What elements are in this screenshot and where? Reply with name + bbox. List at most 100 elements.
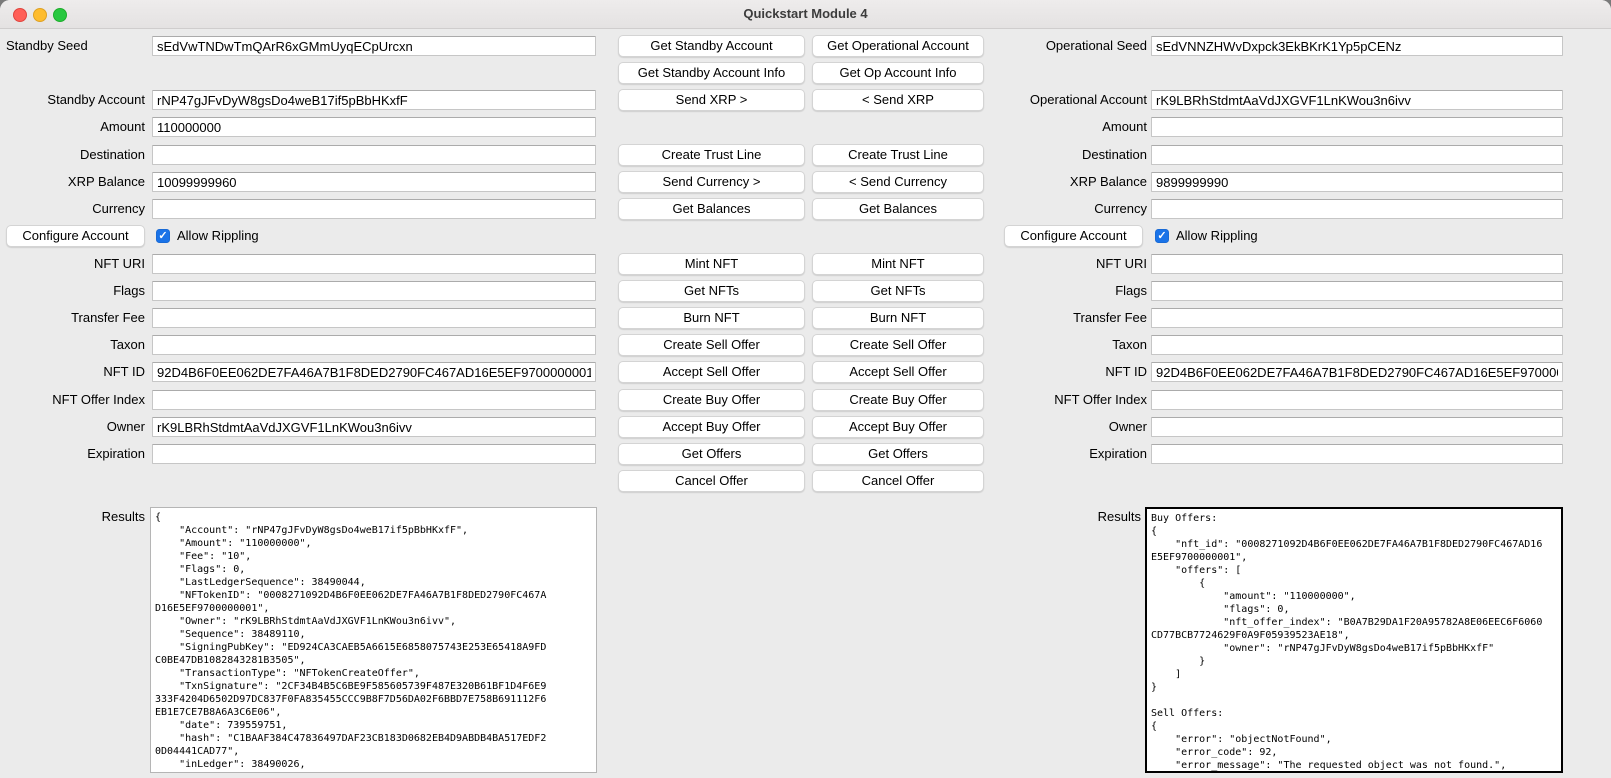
send-currency-right-button[interactable]: Send Currency > [618,171,805,193]
standby-mint-nft-button[interactable]: Mint NFT [618,253,805,275]
standby-nft-offer-index-input[interactable] [152,390,596,410]
standby-owner-label: Owner [0,419,145,435]
operational-nft-uri-input[interactable] [1151,254,1563,274]
op-create-sell-offer-button[interactable]: Create Sell Offer [812,334,984,356]
operational-taxon-label: Taxon [1000,337,1147,353]
standby-destination-label: Destination [0,147,145,163]
get-standby-account-button[interactable]: Get Standby Account [618,35,805,57]
operational-expiration-input[interactable] [1151,444,1563,464]
operational-flags-input[interactable] [1151,281,1563,301]
op-get-offers-button[interactable]: Get Offers [812,443,984,465]
standby-currency-input[interactable] [152,199,596,219]
operational-taxon-input[interactable] [1151,335,1563,355]
standby-allow-rippling-checkbox[interactable]: ✓ [156,229,170,243]
operational-owner-input[interactable] [1151,417,1563,437]
operational-xrp-balance-label: XRP Balance [1000,174,1147,190]
operational-expiration-label: Expiration [1000,446,1147,462]
operational-amount-input[interactable] [1151,117,1563,137]
standby-results-label: Results [0,509,145,525]
operational-seed-label: Operational Seed [1000,38,1147,54]
operational-seed-input[interactable] [1151,36,1563,56]
standby-nft-id-label: NFT ID [0,364,145,380]
standby-seed-input[interactable] [152,36,596,56]
standby-create-sell-offer-button[interactable]: Create Sell Offer [618,334,805,356]
standby-amount-label: Amount [0,119,145,135]
operational-allow-rippling-checkbox[interactable]: ✓ [1155,229,1169,243]
standby-transfer-fee-input[interactable] [152,308,596,328]
operational-transfer-fee-input[interactable] [1151,308,1563,328]
operational-nft-id-input[interactable] [1151,362,1563,382]
get-operational-account-button[interactable]: Get Operational Account [812,35,984,57]
standby-nft-uri-label: NFT URI [0,256,145,272]
standby-allow-rippling-label: Allow Rippling [177,228,259,244]
standby-taxon-label: Taxon [0,337,145,353]
op-accept-buy-offer-button[interactable]: Accept Buy Offer [812,416,984,438]
operational-account-input[interactable] [1151,90,1563,110]
standby-owner-input[interactable] [152,417,596,437]
operational-flags-label: Flags [1000,283,1147,299]
op-get-nfts-button[interactable]: Get NFTs [812,280,984,302]
operational-amount-label: Amount [1000,119,1147,135]
operational-nft-offer-index-label: NFT Offer Index [1000,392,1147,408]
standby-amount-input[interactable] [152,117,596,137]
titlebar: Quickstart Module 4 [0,0,1611,29]
standby-create-trust-line-button[interactable]: Create Trust Line [618,144,805,166]
operational-owner-label: Owner [1000,419,1147,435]
get-standby-account-info-button[interactable]: Get Standby Account Info [618,62,805,84]
checkmark-icon: ✓ [156,229,170,243]
checkmark-icon: ✓ [1155,229,1169,243]
op-mint-nft-button[interactable]: Mint NFT [812,253,984,275]
standby-get-nfts-button[interactable]: Get NFTs [618,280,805,302]
op-burn-nft-button[interactable]: Burn NFT [812,307,984,329]
standby-nft-uri-input[interactable] [152,254,596,274]
operational-xrp-balance-input[interactable] [1151,172,1563,192]
op-cancel-offer-button[interactable]: Cancel Offer [812,470,984,492]
standby-create-buy-offer-button[interactable]: Create Buy Offer [618,389,805,411]
standby-xrp-balance-label: XRP Balance [0,174,145,190]
standby-get-offers-button[interactable]: Get Offers [618,443,805,465]
standby-currency-label: Currency [0,201,145,217]
operational-results-label: Results [1000,509,1141,525]
standby-taxon-input[interactable] [152,335,596,355]
standby-burn-nft-button[interactable]: Burn NFT [618,307,805,329]
standby-transfer-fee-label: Transfer Fee [0,310,145,326]
operational-account-label: Operational Account [1000,92,1147,108]
standby-expiration-input[interactable] [152,444,596,464]
standby-flags-input[interactable] [152,281,596,301]
standby-accept-buy-offer-button[interactable]: Accept Buy Offer [618,416,805,438]
operational-destination-label: Destination [1000,147,1147,163]
standby-nft-id-input[interactable] [152,362,596,382]
standby-cancel-offer-button[interactable]: Cancel Offer [618,470,805,492]
operational-results-textarea[interactable]: Buy Offers: { "nft_id": "0008271092D4B6F… [1145,507,1563,773]
standby-accept-sell-offer-button[interactable]: Accept Sell Offer [618,361,805,383]
operational-currency-input[interactable] [1151,199,1563,219]
send-xrp-left-button[interactable]: < Send XRP [812,89,984,111]
standby-destination-input[interactable] [152,145,596,165]
operational-destination-input[interactable] [1151,145,1563,165]
standby-account-label: Standby Account [0,92,145,108]
operational-nft-offer-index-input[interactable] [1151,390,1563,410]
standby-account-input[interactable] [152,90,596,110]
get-op-account-info-button[interactable]: Get Op Account Info [812,62,984,84]
op-create-buy-offer-button[interactable]: Create Buy Offer [812,389,984,411]
standby-configure-account-button[interactable]: Configure Account [6,225,145,247]
window-title: Quickstart Module 4 [0,0,1611,28]
op-get-balances-button[interactable]: Get Balances [812,198,984,220]
standby-nft-offer-index-label: NFT Offer Index [0,392,145,408]
op-create-trust-line-button[interactable]: Create Trust Line [812,144,984,166]
standby-get-balances-button[interactable]: Get Balances [618,198,805,220]
operational-currency-label: Currency [1000,201,1147,217]
standby-expiration-label: Expiration [0,446,145,462]
standby-flags-label: Flags [0,283,145,299]
send-xrp-right-button[interactable]: Send XRP > [618,89,805,111]
standby-results-textarea[interactable]: { "Account": "rNP47gJFvDyW8gsDo4weB17if5… [150,507,597,773]
send-currency-left-button[interactable]: < Send Currency [812,171,984,193]
op-accept-sell-offer-button[interactable]: Accept Sell Offer [812,361,984,383]
operational-nft-uri-label: NFT URI [1000,256,1147,272]
operational-configure-account-button[interactable]: Configure Account [1004,225,1143,247]
operational-nft-id-label: NFT ID [1000,364,1147,380]
standby-xrp-balance-input[interactable] [152,172,596,192]
operational-allow-rippling-label: Allow Rippling [1176,228,1258,244]
app-window: Quickstart Module 4 Standby Seed Standby… [0,0,1611,778]
operational-transfer-fee-label: Transfer Fee [1000,310,1147,326]
